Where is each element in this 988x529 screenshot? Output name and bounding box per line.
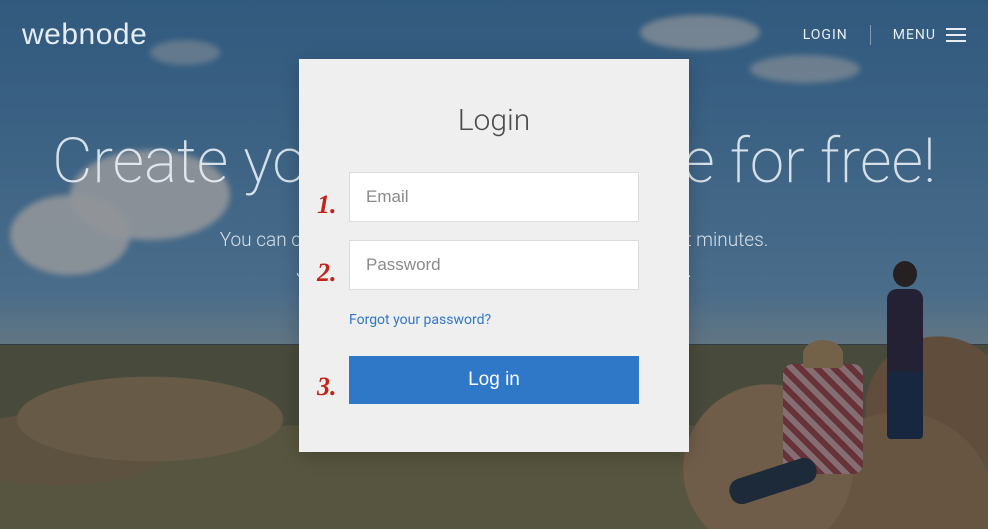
hamburger-icon: [946, 28, 966, 42]
nav-menu-button[interactable]: MENU: [893, 27, 966, 43]
annotation-1: 1.: [317, 190, 337, 220]
top-nav: LOGIN MENU: [803, 25, 966, 45]
nav-menu-label: MENU: [893, 27, 936, 43]
email-field[interactable]: [349, 172, 639, 222]
annotation-3: 3.: [317, 372, 337, 402]
forgot-password-link[interactable]: Forgot your password?: [349, 312, 639, 328]
page-background: Create your own website for free! You ca…: [0, 0, 988, 529]
annotation-2: 2.: [317, 258, 337, 288]
login-title: Login: [349, 103, 639, 138]
password-field[interactable]: [349, 240, 639, 290]
login-button[interactable]: Log in: [349, 356, 639, 404]
brand-logo[interactable]: webnode: [22, 18, 147, 52]
nav-login-link[interactable]: LOGIN: [803, 27, 848, 43]
nav-separator: [870, 25, 871, 45]
login-modal: Login Forgot your password? Log in: [299, 59, 689, 452]
